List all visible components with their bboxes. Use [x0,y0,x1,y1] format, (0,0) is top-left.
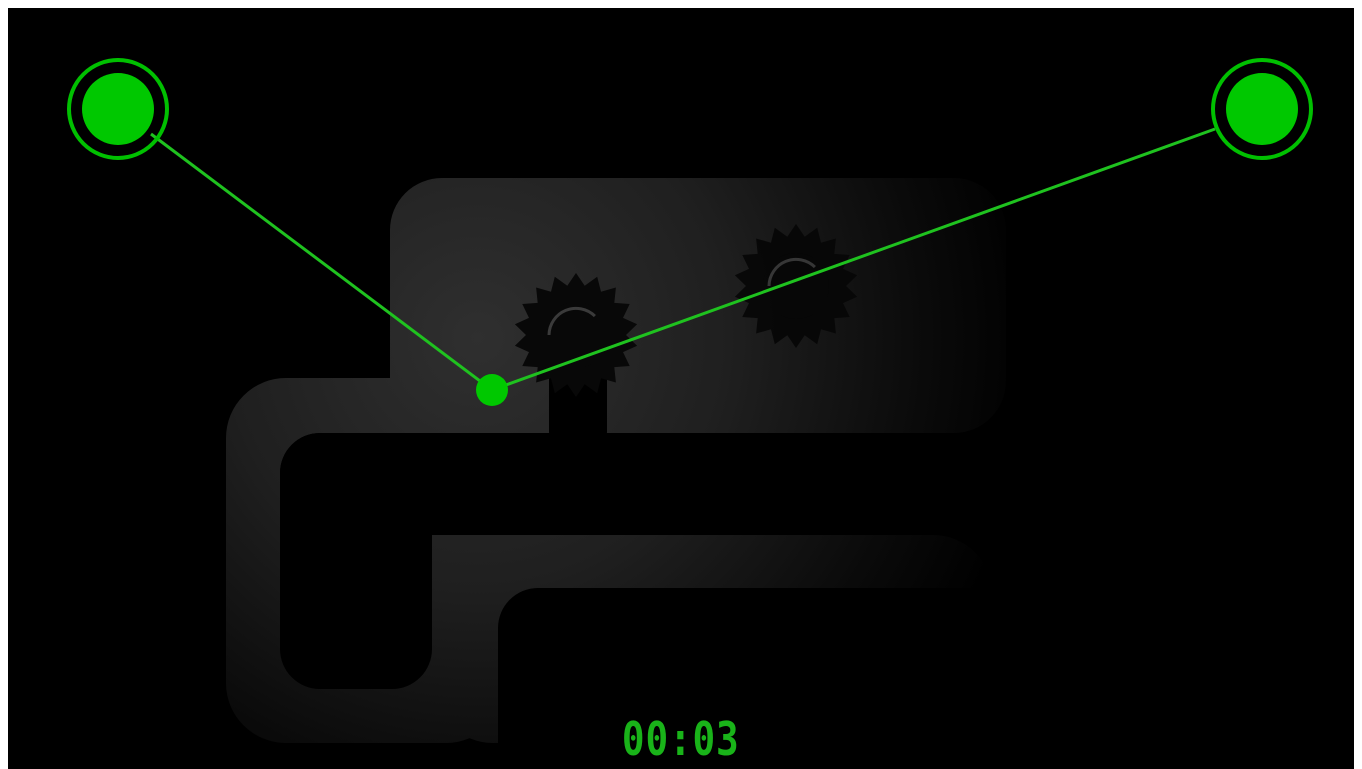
gear-right-hub [763,253,829,319]
track-pocket-left [280,433,432,689]
anchor-core-right [1226,73,1298,145]
center-node[interactable] [476,374,508,406]
scene [67,58,1313,769]
track-pocket-lower [498,588,1018,769]
anchor-node-right[interactable] [1211,58,1313,160]
anchor-core-left [82,73,154,145]
game-canvas[interactable]: 00:03 [8,8,1354,769]
anchor-node-left[interactable] [67,58,169,160]
